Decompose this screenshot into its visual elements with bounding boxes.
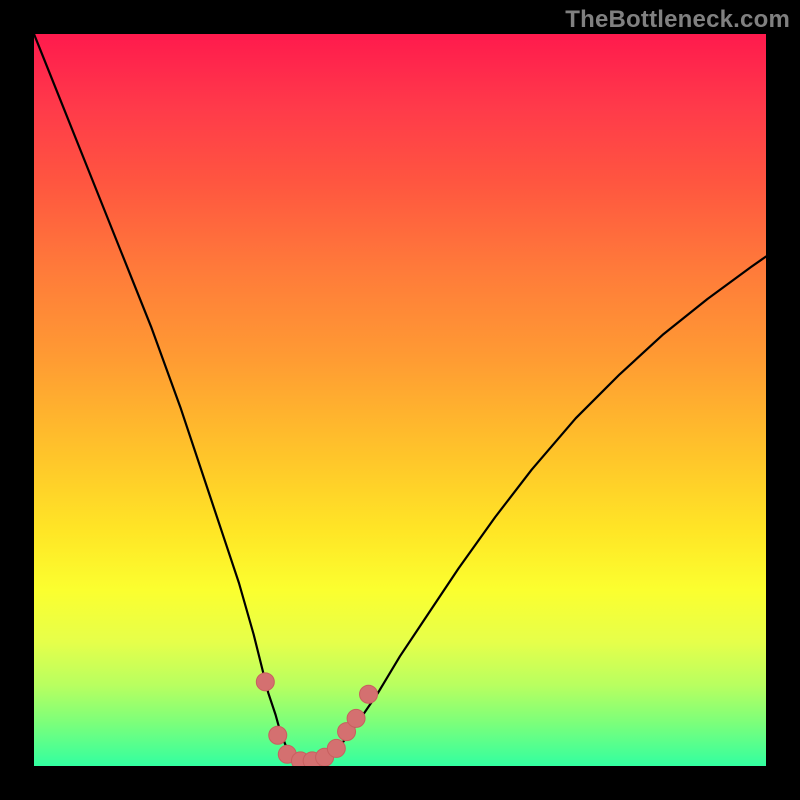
plot-gradient-background [34, 34, 766, 766]
chart-frame: TheBottleneck.com [0, 0, 800, 800]
watermark-text: TheBottleneck.com [0, 6, 790, 34]
